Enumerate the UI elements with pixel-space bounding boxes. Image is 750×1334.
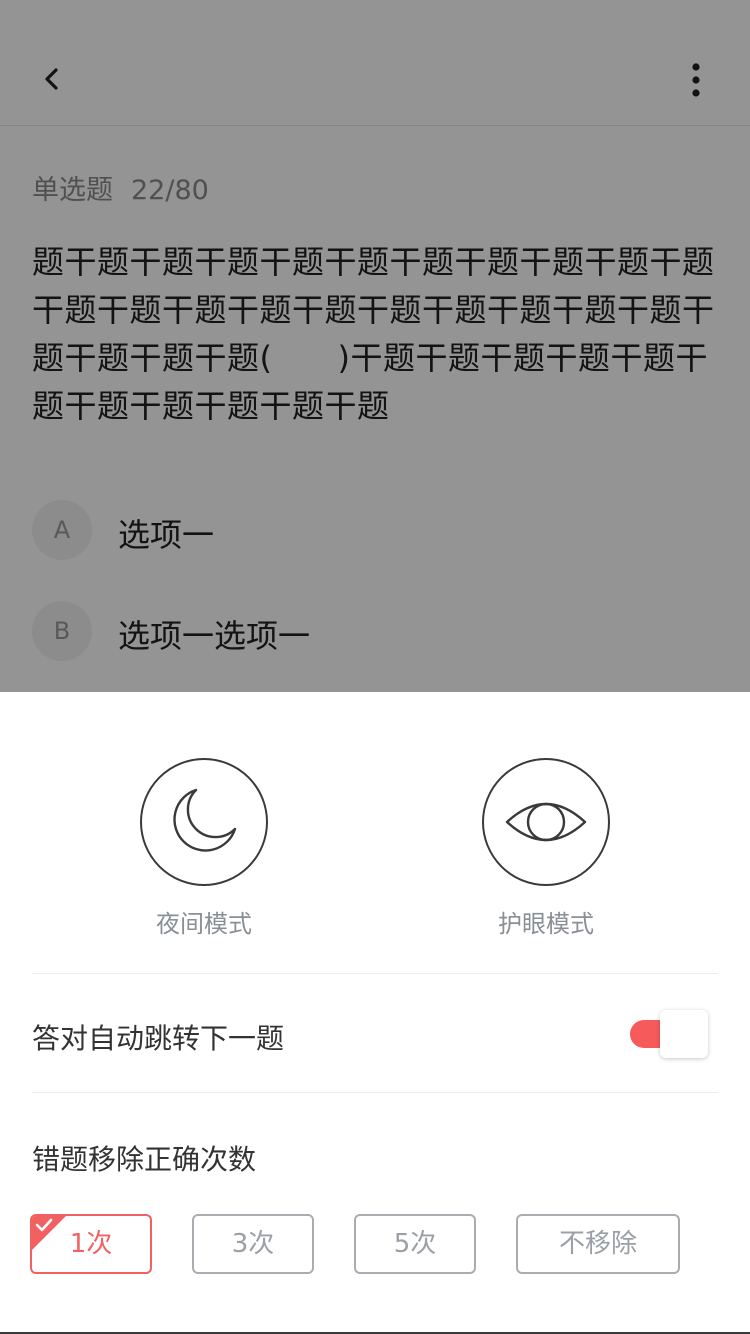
remove-option-label: 1次 [69, 1229, 113, 1259]
remove-option-label: 5次 [393, 1229, 437, 1259]
eye-care-mode-label: 护眼模式 [498, 910, 594, 938]
eye-care-mode-circle [482, 758, 610, 886]
remove-count-label: 错题移除正确次数 [32, 1143, 257, 1176]
toggle-knob [660, 1010, 708, 1058]
remove-option-5[interactable]: 5次 [354, 1214, 476, 1274]
check-icon [35, 1218, 53, 1232]
auto-next-toggle[interactable] [630, 1010, 708, 1058]
remove-option-1[interactable]: 1次 [30, 1214, 152, 1274]
night-mode-label: 夜间模式 [156, 910, 252, 938]
settings-sheet: 夜间模式 护眼模式 答对自动跳转下一题 错题移除正确次数 1次 3次 5次 不移… [0, 692, 750, 1334]
night-mode-button[interactable]: 夜间模式 [140, 758, 268, 938]
moon-icon [173, 788, 237, 852]
eye-icon [505, 802, 587, 842]
divider [32, 1092, 718, 1093]
remove-option-3[interactable]: 3次 [192, 1214, 314, 1274]
remove-option-never[interactable]: 不移除 [516, 1214, 680, 1274]
divider [32, 973, 718, 974]
remove-option-label: 不移除 [558, 1229, 637, 1259]
night-mode-circle [140, 758, 268, 886]
remove-option-label: 3次 [231, 1229, 275, 1259]
auto-next-label: 答对自动跳转下一题 [32, 1022, 285, 1055]
eye-care-mode-button[interactable]: 护眼模式 [482, 758, 610, 938]
